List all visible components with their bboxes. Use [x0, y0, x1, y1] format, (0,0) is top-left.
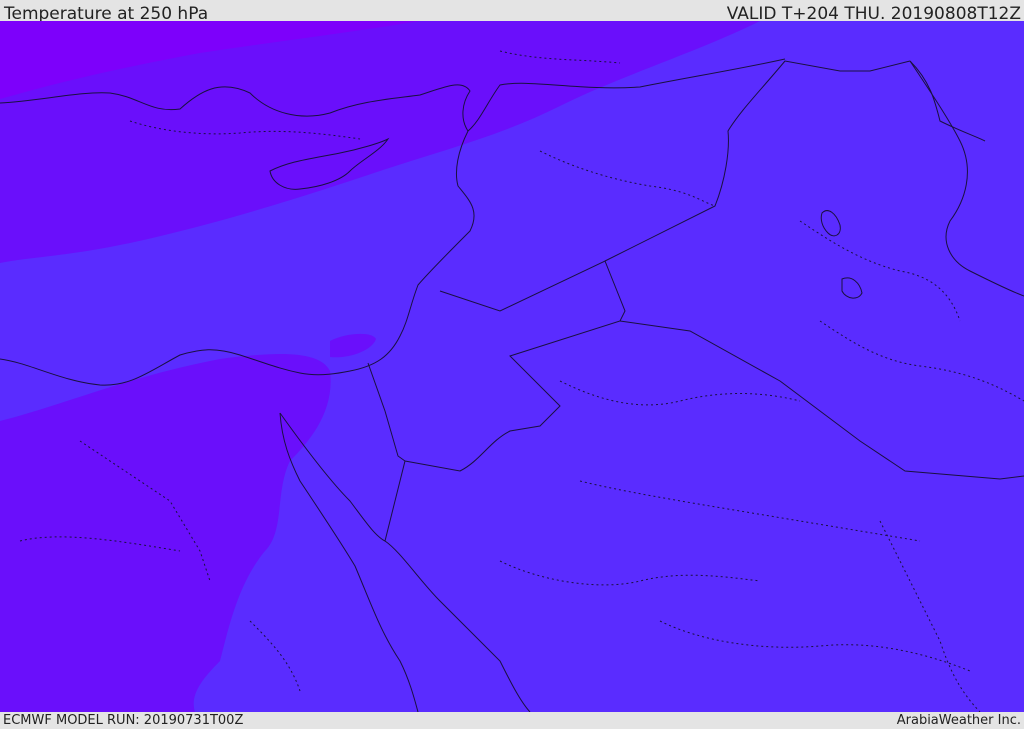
model-run-label: ECMWF MODEL RUN: 20190731T00Z [3, 713, 244, 728]
footer-bar: ECMWF MODEL RUN: 20190731T00Z ArabiaWeat… [0, 712, 1024, 729]
map-canvas[interactable] [0, 21, 1024, 712]
header-bar: Temperature at 250 hPa VALID T+204 THU. … [0, 0, 1024, 24]
credit-label: ArabiaWeather Inc. [896, 713, 1021, 728]
